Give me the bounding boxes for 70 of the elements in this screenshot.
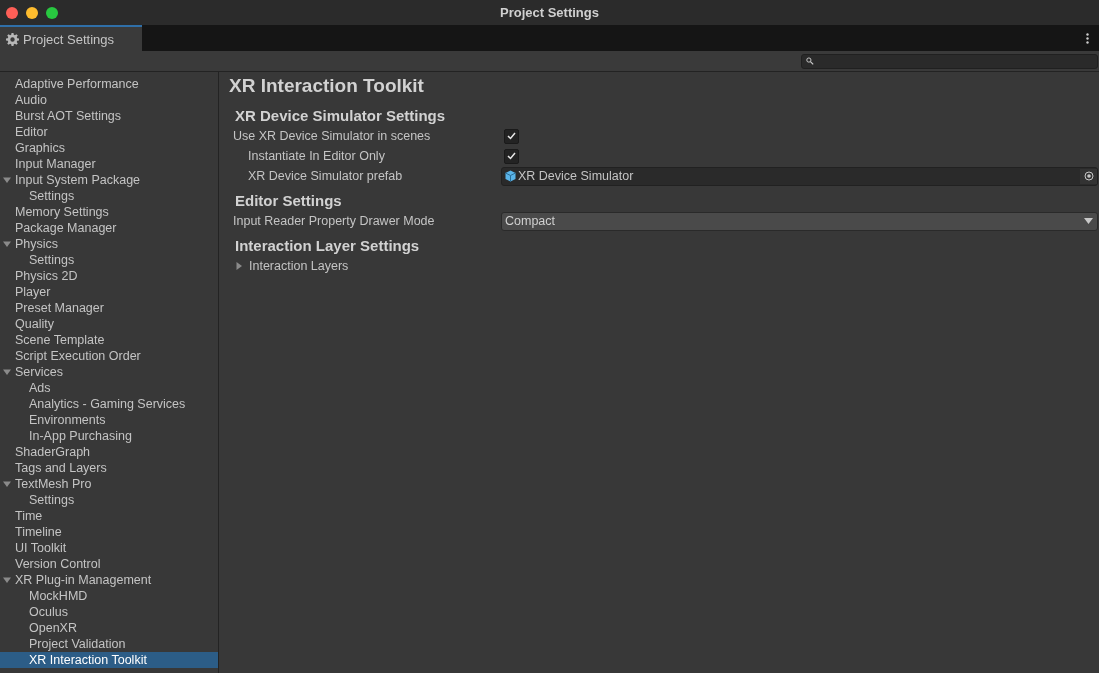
sidebar-item[interactable]: Tags and Layers <box>0 460 218 476</box>
sidebar-item[interactable]: UI Toolkit <box>0 540 218 556</box>
sidebar-item[interactable]: Memory Settings <box>0 204 218 220</box>
property-label: Input Reader Property Drawer Mode <box>233 214 435 228</box>
sidebar-item[interactable]: Quality <box>0 316 218 332</box>
sidebar-item[interactable]: Settings <box>0 188 218 204</box>
sidebar-item[interactable]: Settings <box>0 492 218 508</box>
sidebar-item[interactable]: OpenXR <box>0 620 218 636</box>
gear-icon <box>6 32 19 46</box>
property-label: Use XR Device Simulator in scenes <box>233 129 431 143</box>
expanded-arrow-icon[interactable] <box>3 176 11 184</box>
sidebar-item[interactable]: Physics <box>0 236 218 252</box>
sidebar-item[interactable]: Audio <box>0 92 218 108</box>
page-title: XR Interaction Toolkit <box>229 75 425 97</box>
sidebar-item[interactable]: Package Manager <box>0 220 218 236</box>
search-icon <box>806 57 814 65</box>
section-heading: Interaction Layer Settings <box>235 237 421 254</box>
sidebar-item[interactable]: TextMesh Pro <box>0 476 218 492</box>
section-heading: XR Device Simulator Settings <box>235 107 447 124</box>
sidebar-item[interactable]: Input System Package <box>0 172 218 188</box>
sidebar-item[interactable]: Ads <box>0 380 218 396</box>
sidebar-item[interactable]: Player <box>0 284 218 300</box>
expanded-arrow-icon[interactable] <box>3 240 11 248</box>
collapsed-arrow-icon[interactable] <box>235 262 243 270</box>
foldout[interactable]: Interaction Layers <box>232 259 349 273</box>
search-field[interactable] <box>801 53 1098 69</box>
sidebar-item[interactable]: Burst AOT Settings <box>0 108 218 124</box>
expanded-arrow-icon[interactable] <box>3 576 11 584</box>
window-control-icon[interactable] <box>26 6 38 19</box>
property-label: Instantiate In Editor Only <box>248 149 385 163</box>
sidebar-item[interactable]: XR Plug-in Management <box>0 572 218 588</box>
sidebar-item[interactable]: Timeline <box>0 524 218 540</box>
cube-icon <box>505 170 516 182</box>
object-picker-icon[interactable] <box>1083 171 1094 181</box>
sidebar-item[interactable]: Preset Manager <box>0 300 218 316</box>
sidebar-item[interactable]: XR Interaction Toolkit <box>0 652 218 668</box>
sidebar-item[interactable]: In-App Purchasing <box>0 428 218 444</box>
sidebar-item[interactable]: Physics 2D <box>0 268 218 284</box>
window-control-icon[interactable] <box>46 6 58 19</box>
window-title: Project Settings <box>500 5 599 20</box>
sidebar-item[interactable]: Adaptive Performance <box>0 76 218 92</box>
sidebar-item[interactable]: Graphics <box>0 140 218 156</box>
sidebar-item[interactable]: ShaderGraph <box>0 444 218 460</box>
expanded-arrow-icon[interactable] <box>3 480 11 488</box>
object-field[interactable]: XR Device Simulator <box>501 166 1098 186</box>
caret-icon <box>1084 218 1093 224</box>
window-control-icon[interactable] <box>6 6 18 19</box>
section-heading: Editor Settings <box>235 192 343 209</box>
sidebar-item[interactable]: Services <box>0 364 218 380</box>
checkbox[interactable] <box>504 128 519 144</box>
sidebar-item[interactable]: Environments <box>0 412 218 428</box>
property-label: XR Device Simulator prefab <box>248 169 403 183</box>
sidebar-item[interactable]: Scene Template <box>0 332 218 348</box>
sidebar-item[interactable]: Oculus <box>0 604 218 620</box>
dropdown[interactable]: Compact <box>501 211 1098 231</box>
checkmark-icon <box>507 132 516 140</box>
sidebar-item[interactable]: Version Control <box>0 556 218 572</box>
sidebar-item[interactable]: Project Validation <box>0 636 218 652</box>
sidebar-item[interactable]: MockHMD <box>0 588 218 604</box>
checkbox[interactable] <box>504 148 519 164</box>
checkmark-icon <box>507 152 516 160</box>
sidebar-item[interactable]: Input Manager <box>0 156 218 172</box>
sidebar-item[interactable]: Settings <box>0 252 218 268</box>
sidebar-item[interactable]: Analytics - Gaming Services <box>0 396 218 412</box>
expanded-arrow-icon[interactable] <box>3 368 11 376</box>
more-options-icon[interactable] <box>1086 32 1089 44</box>
sidebar-item[interactable]: Time <box>0 508 218 524</box>
tab[interactable]: Project Settings <box>0 25 143 51</box>
sidebar-item[interactable]: Editor <box>0 124 218 140</box>
sidebar-item[interactable]: Script Execution Order <box>0 348 218 364</box>
